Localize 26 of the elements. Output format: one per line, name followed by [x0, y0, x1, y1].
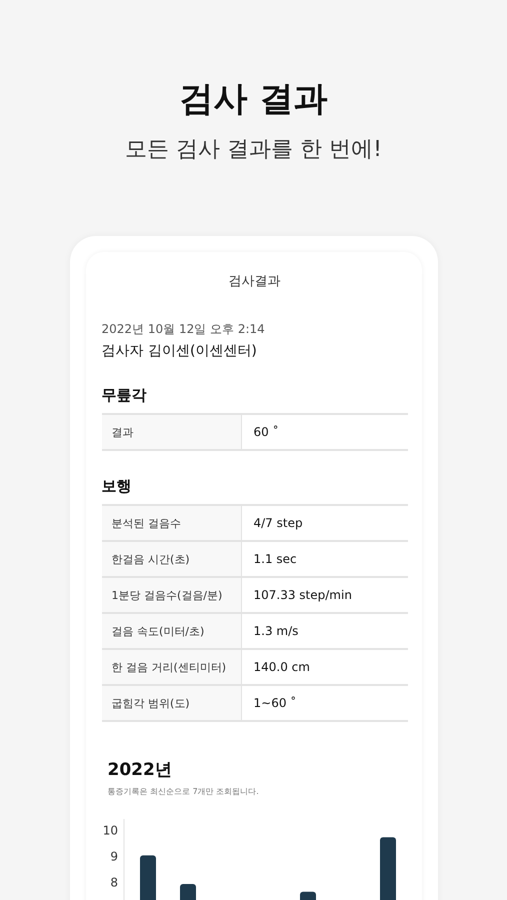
page-subtitle: 모든 검사 결과를 한 번에!	[125, 136, 382, 164]
y-tick-label: 10	[102, 823, 118, 838]
chart-note: 통증기록은 최신순으로 7개만 조회됩니다.	[106, 786, 260, 797]
row-label: 굽힘각 범위(도)	[102, 686, 242, 720]
row-value: 4/7 step	[252, 515, 304, 532]
row-label: 한걸음 시간(초)	[102, 542, 242, 576]
year-heading: 2022년	[106, 759, 173, 781]
date-time: 2022년 10월 12일 오후 2:14	[102, 321, 266, 338]
examiner-name: 검사자 김이센(이센센터)	[102, 342, 258, 360]
y-tick-label: 8	[110, 875, 118, 890]
row-value: 140.0 cm	[252, 659, 311, 676]
y-tick-label: 9	[110, 849, 118, 864]
row-label: 한 걸음 거리(센티미터)	[102, 650, 242, 684]
section-heading: 무릎각	[102, 386, 148, 405]
row-value: 60 ˚	[252, 424, 280, 441]
row-label: 결과	[102, 415, 242, 449]
row-value: 1.3 m/s	[252, 623, 300, 640]
section-heading: 보행	[102, 477, 132, 496]
row-label: 걸음 속도(미터/초)	[102, 614, 242, 648]
row-value: 1.1 sec	[252, 551, 298, 568]
card-title: 검사결과	[228, 273, 282, 290]
row-label: 분석된 걸음수	[102, 506, 242, 540]
row-value: 107.33 step/min	[252, 587, 353, 604]
row-value: 1~60 ˚	[252, 695, 298, 712]
page-title: 검사 결과	[180, 78, 328, 121]
row-label: 1분당 걸음수(걸음/분)	[102, 578, 242, 612]
